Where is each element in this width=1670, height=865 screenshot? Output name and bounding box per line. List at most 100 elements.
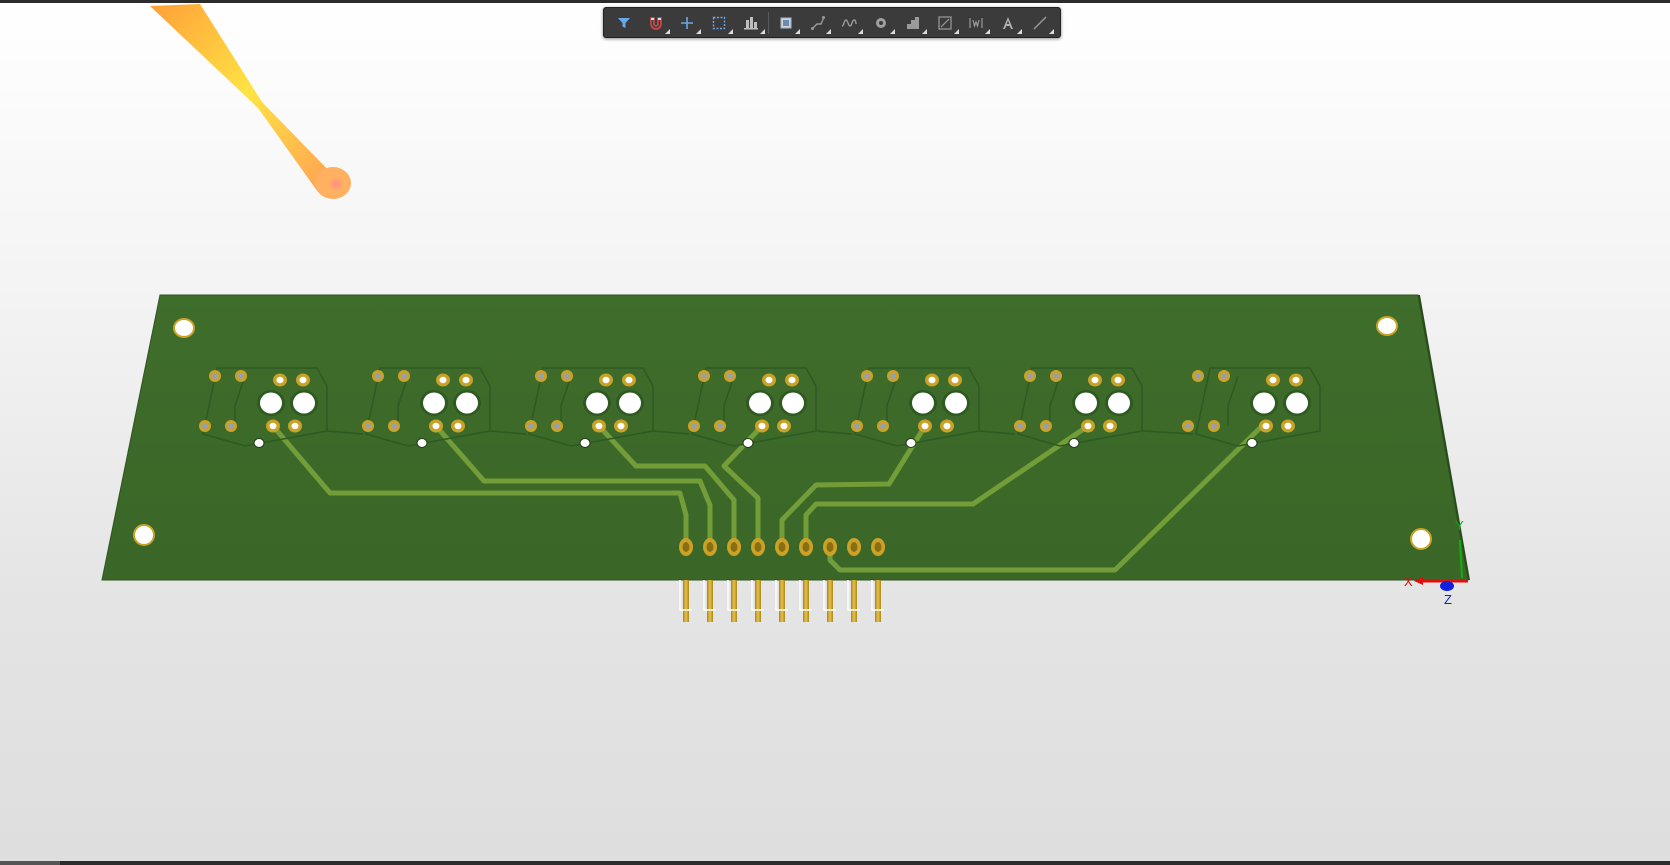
pcb-board[interactable] — [101, 294, 1470, 581]
drill-hole — [1091, 376, 1099, 384]
pcb-3d-viewport[interactable]: X Y Z — [0, 0, 1670, 865]
led-hole — [423, 392, 445, 414]
locator-hole — [1246, 438, 1258, 448]
led-hole — [260, 392, 282, 414]
locator-hole — [742, 438, 754, 448]
drill-hole — [602, 376, 610, 384]
pin-leg — [683, 580, 689, 622]
via-hole — [727, 373, 733, 379]
led-hole — [1286, 392, 1308, 414]
via-hole — [717, 423, 723, 429]
led-hole — [1253, 392, 1275, 414]
drill-hole — [1292, 376, 1300, 384]
via-hole — [701, 373, 707, 379]
via-hole — [1185, 423, 1191, 429]
interactive-length-button[interactable] — [833, 10, 865, 36]
via-hole — [1195, 373, 1201, 379]
header-pin-top — [802, 542, 810, 552]
select-button[interactable] — [703, 10, 735, 36]
pin-leg — [875, 580, 881, 622]
locator-hole — [1068, 438, 1080, 448]
via-hole — [564, 373, 570, 379]
line-icon — [1033, 16, 1047, 29]
drill-hole — [299, 376, 307, 384]
via-hole — [1043, 423, 1049, 429]
drill-hole — [951, 376, 959, 384]
via-hole — [1211, 423, 1217, 429]
drill-hole — [758, 422, 766, 430]
locator-hole — [905, 438, 917, 448]
drill-hole — [1106, 422, 1114, 430]
via-hole — [890, 373, 896, 379]
header-pin-top — [874, 542, 882, 552]
drill-hole — [1269, 376, 1277, 384]
drill-hole — [625, 376, 633, 384]
drill-hole — [432, 422, 440, 430]
pin-leg — [755, 580, 761, 622]
pin-leg — [779, 580, 785, 622]
via-hole — [401, 373, 407, 379]
place-via-button[interactable] — [865, 10, 897, 36]
snap-button[interactable] — [640, 10, 672, 36]
drill-hole — [291, 422, 299, 430]
drill-hole — [269, 422, 277, 430]
drill-hole — [1284, 422, 1292, 430]
filter-icon — [617, 17, 630, 28]
header-pin-top — [706, 542, 714, 552]
via-hole — [554, 423, 560, 429]
via-hole — [375, 373, 381, 379]
pin-header-connector[interactable] — [679, 538, 885, 622]
select-rect-icon — [713, 16, 726, 29]
led-hole — [782, 392, 804, 414]
place-component-icon — [780, 17, 792, 28]
via-hole — [238, 373, 244, 379]
drill-hole — [788, 376, 796, 384]
via-hole — [691, 423, 697, 429]
add-button[interactable] — [672, 10, 704, 36]
header-pin-top — [826, 542, 834, 552]
floating-toolbar — [603, 7, 1061, 38]
via-hole — [1017, 423, 1023, 429]
drill-hole — [928, 376, 936, 384]
dimension-icon — [938, 15, 952, 30]
light-source-gizmo[interactable] — [150, 4, 351, 199]
drill-hole — [276, 376, 284, 384]
via-hole — [391, 423, 397, 429]
via-hole — [202, 423, 208, 429]
via-hole — [880, 423, 886, 429]
header-pin-top — [730, 542, 738, 552]
drill-hole — [943, 422, 951, 430]
header-pin-top — [754, 542, 762, 552]
align-button[interactable] — [735, 10, 767, 36]
snap-magnet-icon — [649, 16, 662, 30]
route-track-button[interactable] — [802, 10, 834, 36]
drill-hole — [1114, 376, 1122, 384]
place-string-icon — [969, 17, 984, 28]
led-hole — [586, 392, 608, 414]
filter-button[interactable] — [608, 10, 640, 36]
route-track-icon — [810, 15, 825, 30]
crosshair-add-icon — [681, 16, 694, 29]
via-hole — [528, 423, 534, 429]
axis-y-label: Y — [1455, 518, 1464, 533]
pin-leg — [803, 580, 809, 622]
line-button[interactable] — [1024, 10, 1056, 36]
dimension-button[interactable] — [929, 10, 961, 36]
drill-hole — [439, 376, 447, 384]
via-hole — [1027, 373, 1033, 379]
led-hole — [1075, 392, 1097, 414]
led-hole — [456, 392, 478, 414]
text-button[interactable] — [992, 10, 1024, 36]
header-pin-top — [682, 542, 690, 552]
polygon-pour-icon — [906, 16, 919, 29]
header-pin-top — [850, 542, 858, 552]
place-string-button[interactable] — [961, 10, 993, 36]
led-hole — [749, 392, 771, 414]
place-component-button[interactable] — [770, 10, 802, 36]
via-hole — [864, 373, 870, 379]
via-hole — [854, 423, 860, 429]
pin-leg — [707, 580, 713, 622]
axis-z-label: Z — [1444, 592, 1452, 607]
polygon-pour-button[interactable] — [897, 10, 929, 36]
drill-hole — [617, 422, 625, 430]
